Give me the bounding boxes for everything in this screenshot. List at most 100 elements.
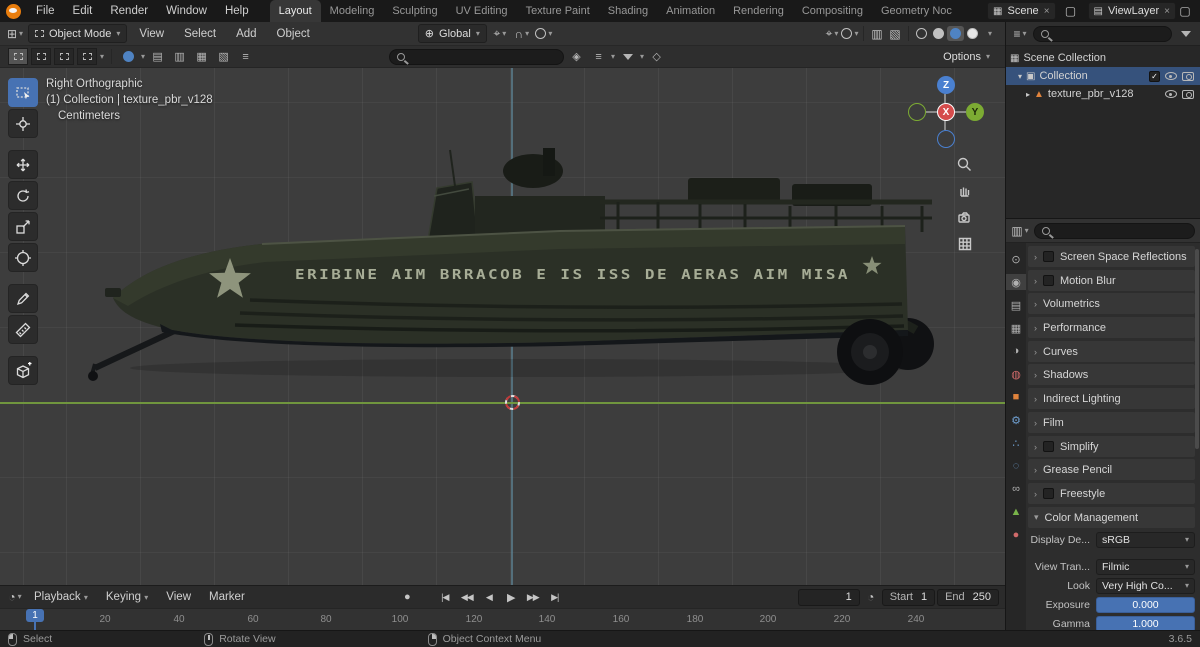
pan-hand-icon[interactable] — [952, 178, 976, 202]
menu-edit[interactable]: Edit — [64, 0, 102, 22]
annotate-tool[interactable] — [8, 284, 38, 313]
shield-icon[interactable]: ◇ — [647, 48, 666, 65]
shading-options-button[interactable]: ▾ — [981, 24, 999, 43]
transform-orientation-dropdown[interactable]: ⊕ Global ▾ — [417, 24, 487, 43]
measure-tool[interactable] — [8, 315, 38, 344]
panel-color-management[interactable]: ▾ Color Management — [1028, 507, 1195, 528]
hide-eye-icon[interactable] — [1165, 90, 1177, 98]
panel-simplify[interactable]: › Simplify — [1028, 436, 1195, 457]
scene-selector[interactable]: ▦ Scene × — [987, 2, 1056, 20]
menu-help[interactable]: Help — [216, 0, 258, 22]
menu-view[interactable]: View — [131, 28, 172, 40]
add-viewlayer-button[interactable]: ▢ — [1176, 2, 1194, 21]
panel-curves[interactable]: › Curves — [1028, 341, 1195, 362]
panel-freestyle[interactable]: › Freestyle — [1028, 483, 1195, 504]
shading-material-button[interactable] — [947, 26, 964, 41]
outliner-row-collection[interactable]: ▾ ▣ Collection ✓ — [1006, 67, 1200, 85]
editor-type-button[interactable]: ⊞ ▾ — [6, 24, 24, 43]
rotate-tool[interactable] — [8, 181, 38, 210]
cursor-3d[interactable] — [502, 392, 523, 413]
overlays-button[interactable]: ▾ — [841, 24, 859, 43]
outliner-row-scene-collection[interactable]: ▦ Scene Collection — [1006, 49, 1200, 67]
shading-wireframe-button[interactable] — [913, 26, 930, 41]
shading-rendered-button[interactable] — [964, 26, 981, 41]
look-dropdown[interactable]: Very High Co... ▾ — [1096, 577, 1195, 594]
menu-keying[interactable]: Keying ▾ — [98, 591, 156, 603]
select-mode-subtract-icon[interactable] — [54, 48, 74, 65]
clock-icon[interactable]: ◔ — [862, 588, 880, 607]
world-tab[interactable]: ◍ — [1006, 366, 1026, 382]
workspace-tab-layout[interactable]: Layout — [269, 0, 321, 22]
play-reverse-button[interactable]: ◀ — [479, 588, 499, 606]
particles-tab[interactable]: ∴ — [1006, 435, 1026, 451]
panel-film[interactable]: › Film — [1028, 412, 1195, 433]
render-visibility-icon[interactable] — [1182, 71, 1194, 81]
outliner-row-object[interactable]: ▸ ▲ texture_pbr_v128 — [1006, 85, 1200, 103]
render-tab[interactable]: ◉ — [1006, 274, 1026, 290]
outliner-filter-icon[interactable] — [1176, 25, 1195, 42]
pattern-icon[interactable]: ▧ — [214, 48, 233, 65]
zoom-icon[interactable] — [952, 152, 976, 176]
xray-toggle-button[interactable]: ▥ — [868, 24, 886, 43]
move-tool[interactable] — [8, 150, 38, 179]
menu-lines-icon[interactable]: ≡ — [236, 48, 255, 65]
menu-file[interactable]: File — [27, 0, 64, 22]
tool-tab[interactable]: ⊙ — [1006, 251, 1026, 267]
blender-logo-icon[interactable] — [6, 3, 21, 19]
cursor-tool[interactable] — [8, 109, 38, 138]
workspace-tab-shading[interactable]: Shading — [599, 0, 657, 22]
camera-view-icon[interactable] — [952, 205, 976, 229]
add-cube-tool[interactable] — [8, 356, 38, 385]
select-box-tool[interactable] — [8, 78, 38, 107]
jump-to-start-button[interactable]: |◀ — [435, 588, 455, 606]
list-icon[interactable]: ≡ — [589, 48, 608, 65]
filter-funnel-icon[interactable] — [618, 48, 637, 65]
options-dropdown[interactable]: Options ▾ — [936, 47, 997, 66]
next-keyframe-button[interactable]: ▶▶ — [523, 588, 543, 606]
show-gizmo-button[interactable]: ⌖ ▾ — [823, 24, 841, 43]
motion-blur-checkbox[interactable] — [1043, 275, 1054, 286]
new-scene-button[interactable]: ▢ — [1062, 2, 1080, 21]
compositor-button[interactable]: ▧ — [886, 24, 904, 43]
workspace-tab-modeling[interactable]: Modeling — [321, 0, 384, 22]
collection-checkbox[interactable]: ✓ — [1149, 70, 1160, 82]
frame-start-field[interactable]: Start 1 — [881, 588, 936, 606]
play-button[interactable]: ▶ — [501, 588, 521, 606]
gamma-slider[interactable]: 1.000 — [1096, 615, 1195, 630]
jump-to-end-button[interactable]: ▶| — [545, 588, 565, 606]
prev-keyframe-button[interactable]: ◀◀ — [457, 588, 477, 606]
panel-shadows[interactable]: › Shadows — [1028, 364, 1195, 385]
mode-dropdown[interactable]: Object Mode ▾ — [28, 24, 128, 43]
render-visibility-icon[interactable] — [1182, 89, 1194, 99]
shading-solid-button[interactable] — [930, 26, 947, 41]
panel-indirect-lighting[interactable]: › Indirect Lighting — [1028, 388, 1195, 409]
viewlayer-remove-icon[interactable]: × — [1164, 6, 1170, 17]
display-device-dropdown[interactable]: sRGB ▾ — [1096, 531, 1195, 548]
viewport-3d[interactable]: ERIBINE AIM BRRACOB E IS ISS DE AERAS AI… — [0, 68, 1005, 585]
bookmark-icon[interactable]: ◈ — [567, 48, 586, 65]
gizmo-axis-y[interactable]: Y — [966, 103, 984, 121]
menu-window[interactable]: Window — [157, 0, 216, 22]
scale-tool[interactable] — [8, 212, 38, 241]
constraints-tab[interactable]: ∞ — [1006, 481, 1026, 497]
disclosure-closed-icon[interactable]: ▸ — [1026, 90, 1030, 99]
properties-scrollbar[interactable] — [1195, 249, 1199, 449]
select-mode-extend-icon[interactable] — [31, 48, 51, 65]
modifiers-tab[interactable]: ⚙ — [1006, 412, 1026, 428]
object-tab[interactable]: ■ — [1006, 389, 1026, 405]
physics-tab[interactable]: ◌ — [1006, 458, 1026, 474]
hide-eye-icon[interactable] — [1165, 72, 1177, 80]
proportional-editing-button[interactable]: ▾ — [535, 24, 553, 43]
workspace-tab-texture-paint[interactable]: Texture Paint — [517, 0, 599, 22]
freestyle-checkbox[interactable] — [1043, 488, 1054, 499]
exposure-slider[interactable]: 0.000 — [1096, 596, 1195, 613]
view-layer-tab[interactable]: ▦ — [1006, 320, 1026, 336]
workspace-tab-rendering[interactable]: Rendering — [724, 0, 793, 22]
menu-marker[interactable]: Marker — [201, 591, 253, 603]
current-frame-field[interactable]: 1 — [797, 588, 860, 606]
material-tab[interactable]: ● — [1006, 527, 1026, 543]
auto-keying-record-button[interactable]: ● — [397, 588, 417, 606]
object-data-tab[interactable]: ▲ — [1006, 504, 1026, 520]
properties-search-input[interactable] — [1034, 222, 1195, 239]
viewlayer-selector[interactable]: ▤ ViewLayer × — [1087, 2, 1176, 20]
